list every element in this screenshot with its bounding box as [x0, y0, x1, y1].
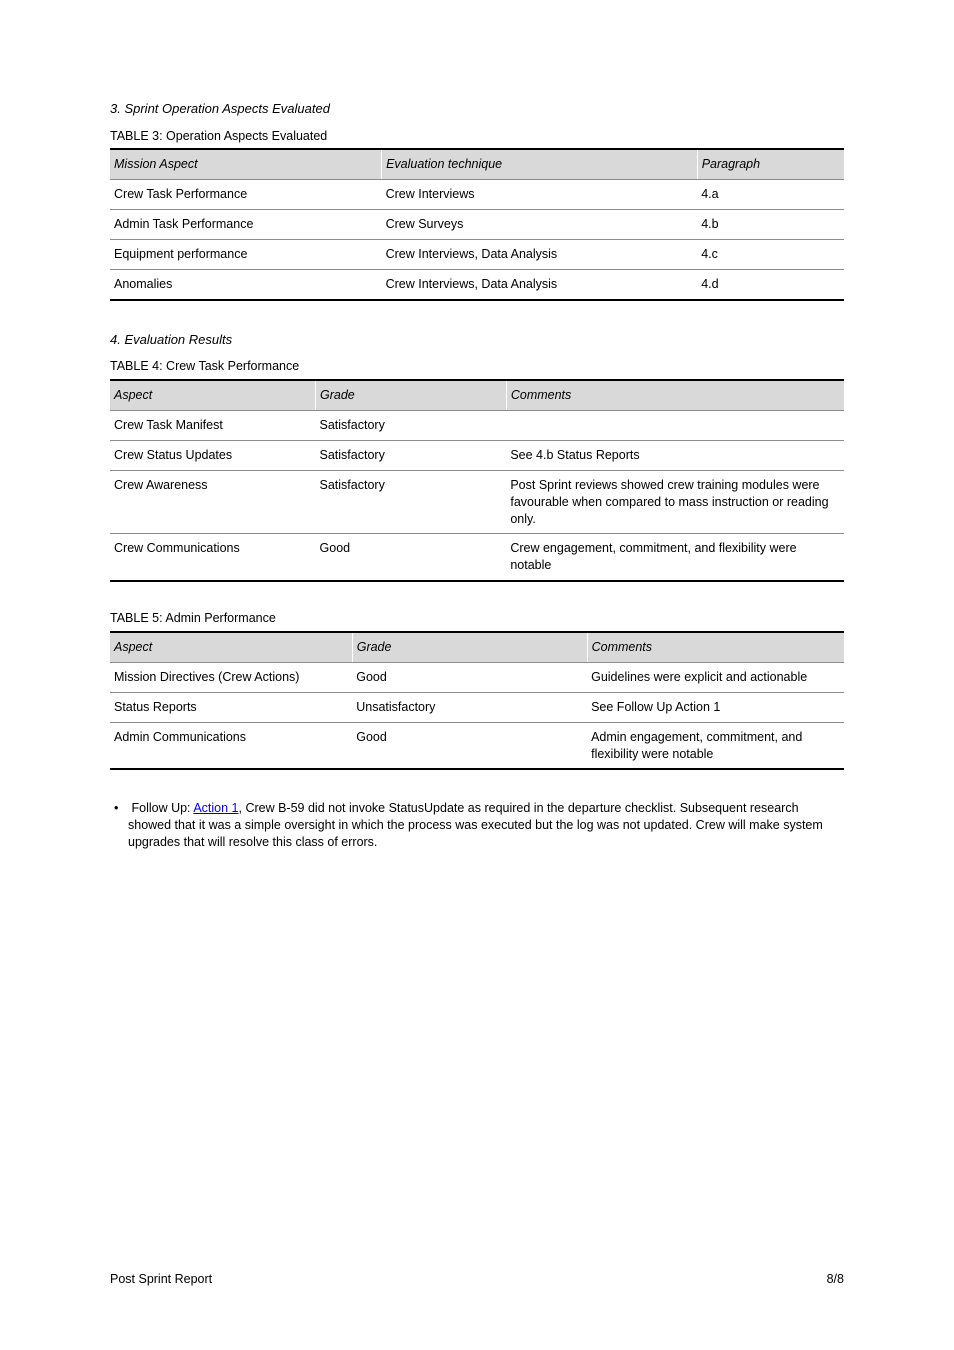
- cell: 4.b: [697, 210, 844, 240]
- cell: Crew engagement, commitment, and flexibi…: [506, 534, 844, 581]
- cell: Admin engagement, commitment, and flexib…: [587, 722, 844, 769]
- followup-list: Follow Up: Action 1, Crew B-59 did not i…: [110, 800, 844, 851]
- cell: Admin Communications: [110, 722, 352, 769]
- cell: Unsatisfactory: [352, 692, 587, 722]
- cell: Mission Directives (Crew Actions): [110, 662, 352, 692]
- table-row: Crew Task Manifest Satisfactory: [110, 411, 844, 441]
- cell: Good: [352, 722, 587, 769]
- th-grade: Grade: [316, 380, 507, 410]
- cell: Satisfactory: [316, 411, 507, 441]
- th-evaluation-technique: Evaluation technique: [382, 149, 698, 179]
- followup-item: Follow Up: Action 1, Crew B-59 did not i…: [128, 800, 844, 851]
- th-aspect: Aspect: [110, 380, 316, 410]
- table-row: Status Reports Unsatisfactory See Follow…: [110, 692, 844, 722]
- cell: Satisfactory: [316, 440, 507, 470]
- table-row: Crew Communications Good Crew engagement…: [110, 534, 844, 581]
- table-5: Aspect Grade Comments Mission Directives…: [110, 631, 844, 770]
- table-3: Mission Aspect Evaluation technique Para…: [110, 148, 844, 300]
- table-row: Equipment performance Crew Interviews, D…: [110, 240, 844, 270]
- th-comments: Comments: [506, 380, 844, 410]
- th-comments: Comments: [587, 632, 844, 662]
- cell: See 4.b Status Reports: [506, 440, 844, 470]
- cell: Crew Task Performance: [110, 180, 382, 210]
- table-row: Anomalies Crew Interviews, Data Analysis…: [110, 269, 844, 299]
- footer-title: Post Sprint Report: [110, 1271, 212, 1288]
- cell: Crew Status Updates: [110, 440, 316, 470]
- cell: Crew Interviews: [382, 180, 698, 210]
- cell: Anomalies: [110, 269, 382, 299]
- table-header-row: Aspect Grade Comments: [110, 632, 844, 662]
- table-row: Admin Communications Good Admin engageme…: [110, 722, 844, 769]
- section-3: 3. Sprint Operation Aspects Evaluated TA…: [110, 100, 844, 301]
- cell: Guidelines were explicit and actionable: [587, 662, 844, 692]
- th-aspect: Aspect: [110, 632, 352, 662]
- table-row: Crew Status Updates Satisfactory See 4.b…: [110, 440, 844, 470]
- cell: Good: [352, 662, 587, 692]
- cell: Crew Awareness: [110, 470, 316, 534]
- table-4: Aspect Grade Comments Crew Task Manifest…: [110, 379, 844, 582]
- cell: 4.d: [697, 269, 844, 299]
- cell: Crew Surveys: [382, 210, 698, 240]
- table-header-row: Mission Aspect Evaluation technique Para…: [110, 149, 844, 179]
- cell: Good: [316, 534, 507, 581]
- cell: Satisfactory: [316, 470, 507, 534]
- footer-page-number: 8/8: [827, 1271, 844, 1288]
- cell: Crew Interviews, Data Analysis: [382, 269, 698, 299]
- section-4-heading: 4. Evaluation Results: [110, 331, 844, 349]
- cell: Crew Communications: [110, 534, 316, 581]
- cell: [506, 411, 844, 441]
- followup-action-1-link[interactable]: Action 1: [193, 801, 238, 815]
- section-3-heading: 3. Sprint Operation Aspects Evaluated: [110, 100, 844, 118]
- cell: Crew Task Manifest: [110, 411, 316, 441]
- section-4: 4. Evaluation Results TABLE 4: Crew Task…: [110, 331, 844, 771]
- table-row: Crew Task Performance Crew Interviews 4.…: [110, 180, 844, 210]
- followup-prefix: Follow Up:: [131, 801, 193, 815]
- table-header-row: Aspect Grade Comments: [110, 380, 844, 410]
- page-footer: Post Sprint Report 8/8: [110, 1271, 844, 1288]
- cell: 4.a: [697, 180, 844, 210]
- cell: Crew Interviews, Data Analysis: [382, 240, 698, 270]
- cell: See Follow Up Action 1: [587, 692, 844, 722]
- table-3-caption: TABLE 3: Operation Aspects Evaluated: [110, 128, 844, 145]
- th-paragraph: Paragraph: [697, 149, 844, 179]
- cell: Equipment performance: [110, 240, 382, 270]
- table-4-caption: TABLE 4: Crew Task Performance: [110, 358, 844, 375]
- th-grade: Grade: [352, 632, 587, 662]
- th-mission-aspect: Mission Aspect: [110, 149, 382, 179]
- cell: Post Sprint reviews showed crew training…: [506, 470, 844, 534]
- cell: 4.c: [697, 240, 844, 270]
- table-row: Mission Directives (Crew Actions) Good G…: [110, 662, 844, 692]
- table-5-caption: TABLE 5: Admin Performance: [110, 610, 844, 627]
- table-row: Admin Task Performance Crew Surveys 4.b: [110, 210, 844, 240]
- table-row: Crew Awareness Satisfactory Post Sprint …: [110, 470, 844, 534]
- cell: Admin Task Performance: [110, 210, 382, 240]
- cell: Status Reports: [110, 692, 352, 722]
